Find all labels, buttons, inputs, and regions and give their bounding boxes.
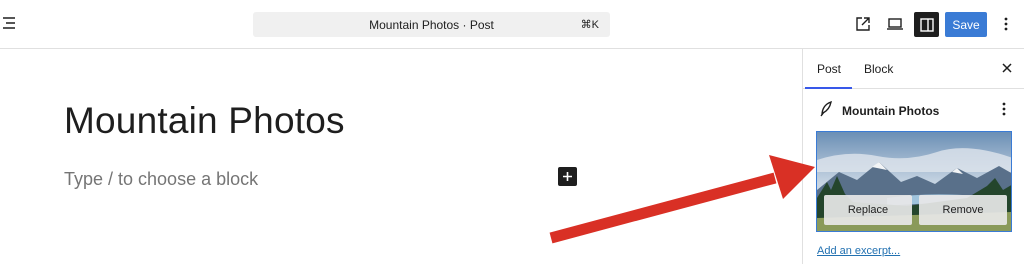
settings-sidebar: Post Block Mountain Photos Replace Remov… [802, 49, 1024, 264]
options-menu-icon[interactable] [998, 14, 1014, 34]
tab-block[interactable]: Block [864, 49, 893, 88]
replace-image-button[interactable]: Replace [824, 195, 912, 225]
sidebar-tabs: Post Block [803, 49, 1024, 89]
command-shortcut: ⌘K [580, 19, 599, 31]
post-actions-menu-icon[interactable] [998, 101, 1010, 117]
preview-desktop-icon[interactable] [884, 14, 906, 34]
post-title[interactable]: Mountain Photos [64, 100, 345, 142]
command-palette-bar[interactable]: Mountain Photos · Post ⌘K [253, 12, 610, 37]
sidebar-post-title: Mountain Photos [842, 104, 940, 118]
settings-sidebar-toggle-icon[interactable] [914, 12, 939, 37]
document-overview-icon[interactable] [2, 15, 18, 31]
block-placeholder[interactable]: Type / to choose a block [64, 169, 258, 190]
add-excerpt-link[interactable]: Add an excerpt... [817, 245, 900, 257]
remove-image-button[interactable]: Remove [919, 195, 1007, 225]
close-sidebar-icon[interactable] [1000, 61, 1014, 75]
plus-icon [563, 172, 572, 181]
view-post-icon[interactable] [853, 14, 873, 34]
editor-canvas[interactable]: Mountain Photos Type / to choose a block [0, 49, 802, 264]
tab-block-label: Block [864, 61, 894, 76]
add-block-button[interactable] [558, 167, 577, 186]
post-feather-icon [818, 101, 834, 117]
top-toolbar: Mountain Photos · Post ⌘K Save [0, 0, 1024, 49]
command-bar-title: Mountain Photos · Post [369, 17, 494, 32]
tab-post-label: Post [817, 61, 842, 76]
tab-post[interactable]: Post [804, 49, 853, 89]
featured-image[interactable]: Replace Remove [816, 131, 1012, 232]
save-button[interactable]: Save [945, 12, 987, 37]
